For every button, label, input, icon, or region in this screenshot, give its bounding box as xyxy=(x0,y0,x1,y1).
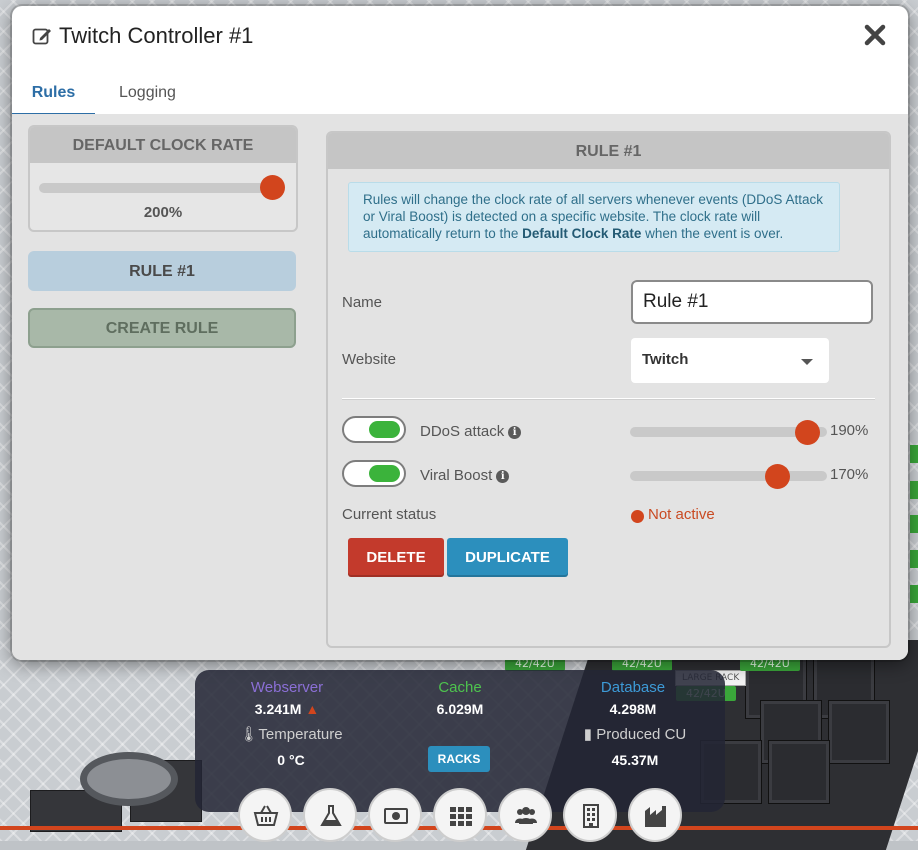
default-clock-header: DEFAULT CLOCK RATE xyxy=(30,127,296,163)
divider xyxy=(342,398,875,400)
finance-button[interactable] xyxy=(368,788,422,842)
users-icon xyxy=(515,807,537,824)
thermometer-icon: 🌡 xyxy=(239,726,259,743)
rule-header: RULE #1 xyxy=(328,133,889,169)
temperature-label: Temperature xyxy=(258,726,343,743)
close-icon[interactable] xyxy=(862,22,888,48)
webserver-value-wrap: 3.241M ▲ xyxy=(227,701,347,717)
delete-button[interactable]: DELETE xyxy=(348,538,444,577)
info-text-end: when the event is over. xyxy=(641,226,784,241)
tab-rules[interactable]: Rules xyxy=(12,81,95,116)
factory-icon xyxy=(645,806,666,827)
money-icon xyxy=(384,808,408,824)
server-rack xyxy=(828,700,890,764)
viral-label: Viral Boost xyxy=(420,467,493,484)
webserver-label: Webserver xyxy=(250,679,324,696)
temperature-value: 0 °C xyxy=(277,752,305,768)
produced-label-wrap: ▮ Produced CU xyxy=(577,725,693,743)
default-clock-slider-track[interactable] xyxy=(39,183,277,193)
modal-header: Twitch Controller #1 xyxy=(12,6,908,68)
viral-value: 170% xyxy=(830,466,869,483)
rule-info-box: Rules will change the clock rate of all … xyxy=(348,182,840,252)
tab-bar: Rules Logging xyxy=(12,76,908,116)
website-select-value: Twitch xyxy=(642,351,689,368)
default-clock-card: DEFAULT CLOCK RATE 200% xyxy=(28,125,298,232)
basket-icon xyxy=(253,805,279,826)
controller-modal: Twitch Controller #1 Rules Logging DEFAU… xyxy=(12,6,908,660)
produced-label: Produced CU xyxy=(596,726,687,743)
rack-status-tab xyxy=(910,515,918,533)
info-text-bold: Default Clock Rate xyxy=(522,226,642,241)
ddos-label: DDoS attack xyxy=(420,423,505,440)
cache-stat: Cache 6.029M xyxy=(395,679,525,717)
edit-icon xyxy=(32,28,51,45)
produced-stat: ▮ Produced CU 45.37M xyxy=(577,725,693,768)
ddos-toggle[interactable] xyxy=(342,416,406,443)
ring-object xyxy=(80,752,178,806)
website-select[interactable]: Twitch xyxy=(631,338,829,383)
rack-status-tab xyxy=(910,481,918,499)
info-icon[interactable]: i xyxy=(496,470,510,483)
research-button[interactable] xyxy=(303,788,357,842)
tab-logging[interactable]: Logging xyxy=(119,81,176,113)
building-button[interactable] xyxy=(563,788,617,842)
toggle-knob xyxy=(369,465,400,482)
rule-name-input[interactable] xyxy=(631,280,873,324)
flask-icon xyxy=(320,805,342,826)
temperature-label-wrap: 🌡Temperature xyxy=(229,725,353,743)
produced-value: 45.37M xyxy=(611,752,659,768)
toggle-knob xyxy=(369,421,400,438)
grid-icon xyxy=(450,807,472,826)
grid-button[interactable] xyxy=(433,788,487,842)
status-dot-icon xyxy=(631,510,644,523)
shop-button[interactable] xyxy=(238,788,292,842)
rack-status-tab xyxy=(910,585,918,603)
rack-status-tab xyxy=(910,445,918,463)
ddos-value: 190% xyxy=(830,422,869,439)
ddos-label-wrap: DDoS attack i xyxy=(420,423,522,440)
database-stat: Database 4.298M xyxy=(575,679,691,717)
racks-button[interactable]: RACKS xyxy=(428,746,490,772)
warning-icon: ▲ xyxy=(305,701,320,717)
info-icon[interactable]: i xyxy=(508,426,522,439)
database-label: Database xyxy=(600,679,666,696)
staff-button[interactable] xyxy=(498,788,552,842)
create-rule-button[interactable]: CREATE RULE xyxy=(28,308,296,348)
cache-label: Cache xyxy=(438,679,482,696)
cache-value: 6.029M xyxy=(436,701,484,717)
webserver-value: 3.241M xyxy=(254,701,302,717)
rule-panel: RULE #1 Rules will change the clock rate… xyxy=(326,131,891,648)
temperature-stat: 🌡Temperature 0 °C xyxy=(229,725,353,768)
ddos-slider-thumb[interactable] xyxy=(794,420,820,445)
building-icon xyxy=(583,804,599,828)
viral-slider-thumb[interactable] xyxy=(765,464,791,489)
rack-status-tab xyxy=(910,550,918,568)
chevron-down-icon xyxy=(801,359,813,365)
default-clock-value: 200% xyxy=(143,204,183,221)
rule-list-item[interactable]: RULE #1 xyxy=(28,251,296,291)
duplicate-button[interactable]: DUPLICATE xyxy=(447,538,568,577)
database-value: 4.298M xyxy=(609,701,657,717)
chip-icon: ▮ xyxy=(583,726,593,743)
viral-toggle[interactable] xyxy=(342,460,406,487)
viral-slider-track[interactable] xyxy=(630,471,827,481)
modal-title: Twitch Controller #1 xyxy=(59,23,254,48)
viral-label-wrap: Viral Boost i xyxy=(420,467,510,484)
webserver-stat: Webserver 3.241M ▲ xyxy=(227,679,347,717)
default-clock-slider-thumb[interactable] xyxy=(260,175,285,200)
status-label: Current status xyxy=(342,506,437,523)
name-label: Name xyxy=(342,294,383,311)
server-rack xyxy=(768,740,830,804)
status-value: Not active xyxy=(648,506,715,523)
factory-button[interactable] xyxy=(628,788,682,842)
website-label: Website xyxy=(342,351,396,368)
modal-body: DEFAULT CLOCK RATE 200% RULE #1 CREATE R… xyxy=(12,114,908,660)
